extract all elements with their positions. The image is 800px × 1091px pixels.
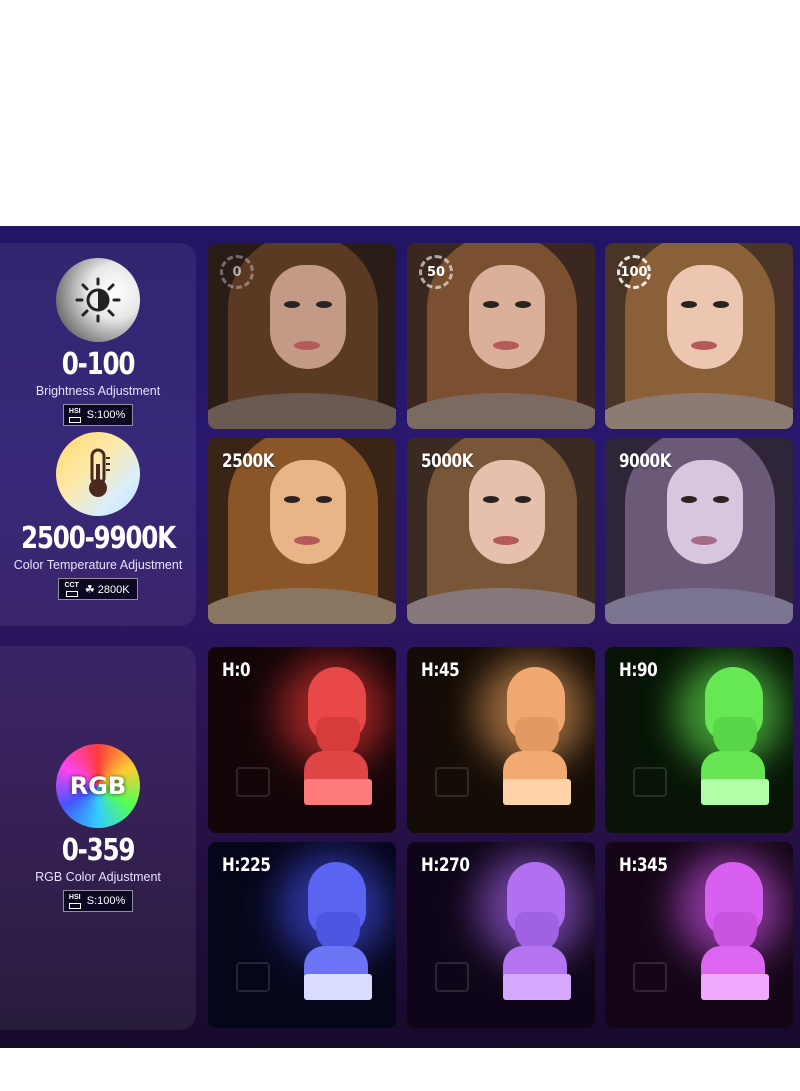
temperature-photo-5000k: 5000K xyxy=(407,438,595,624)
color-temperature-caption: Color Temperature Adjustment xyxy=(13,558,183,572)
brightness-dial-icon: 100 xyxy=(617,255,651,289)
hue-photo-225: H:225 xyxy=(208,842,396,1028)
color-temperature-feature: 2500-9900K Color Temperature Adjustment … xyxy=(0,432,196,600)
hue-photo-270: H:270 xyxy=(407,842,595,1028)
hue-label: H:345 xyxy=(619,854,668,876)
hsi-saturation-chip: HSI S:100% xyxy=(62,404,134,426)
chip-value: S:100% xyxy=(86,409,126,421)
brightness-caption: Brightness Adjustment xyxy=(35,384,161,398)
hue-label: H:225 xyxy=(222,854,271,876)
rgb-color-wheel-icon: RGB xyxy=(56,744,140,828)
hue-photo-345: H:345 xyxy=(605,842,793,1028)
temperature-label: 2500K xyxy=(222,450,275,472)
brightness-photo-100: 100 xyxy=(605,243,793,429)
cct-mode-icon: CCT xyxy=(64,582,79,597)
rgb-feature: RGB 0-359 RGB Color Adjustment HSI S:100… xyxy=(0,744,196,912)
hue-label: H:270 xyxy=(421,854,470,876)
color-temperature-range: 2500-9900K xyxy=(21,521,176,556)
temperature-photo-2500k: 2500K xyxy=(208,438,396,624)
brightness-photo-50: 50 xyxy=(407,243,595,429)
hue-label: H:90 xyxy=(619,659,658,681)
hsi-mode-icon: HSI xyxy=(68,894,81,909)
thermometer-icon xyxy=(56,432,140,516)
hue-photo-0: H:0 xyxy=(208,647,396,833)
hsi-mode-icon: HSI xyxy=(68,408,81,423)
brightness-dial-icon: 0 xyxy=(220,255,254,289)
temperature-photo-9000k: 9000K xyxy=(605,438,793,624)
hue-label: H:45 xyxy=(421,659,460,681)
hue-photo-45: H:45 xyxy=(407,647,595,833)
brightness-photo-0: 0 xyxy=(208,243,396,429)
cct-chip: CCT ☘ 2800K xyxy=(58,578,138,600)
hue-photo-90: H:90 xyxy=(605,647,793,833)
brightness-feature: 0-100 Brightness Adjustment HSI S:100% xyxy=(0,258,196,426)
brightness-sun-icon xyxy=(56,258,140,342)
temperature-label: 5000K xyxy=(421,450,474,472)
temperature-label: 9000K xyxy=(619,450,672,472)
hue-label: H:0 xyxy=(222,659,251,681)
hsi-saturation-chip: HSI S:100% xyxy=(62,890,134,912)
brightness-range: 0-100 xyxy=(61,347,136,382)
rgb-range: 0-359 xyxy=(61,833,136,868)
rgb-caption: RGB Color Adjustment xyxy=(35,870,161,884)
chip-value: ☘ 2800K xyxy=(84,583,130,596)
chip-value: S:100% xyxy=(86,895,126,907)
brightness-dial-icon: 50 xyxy=(419,255,453,289)
rgb-icon-text: RGB xyxy=(69,772,127,800)
